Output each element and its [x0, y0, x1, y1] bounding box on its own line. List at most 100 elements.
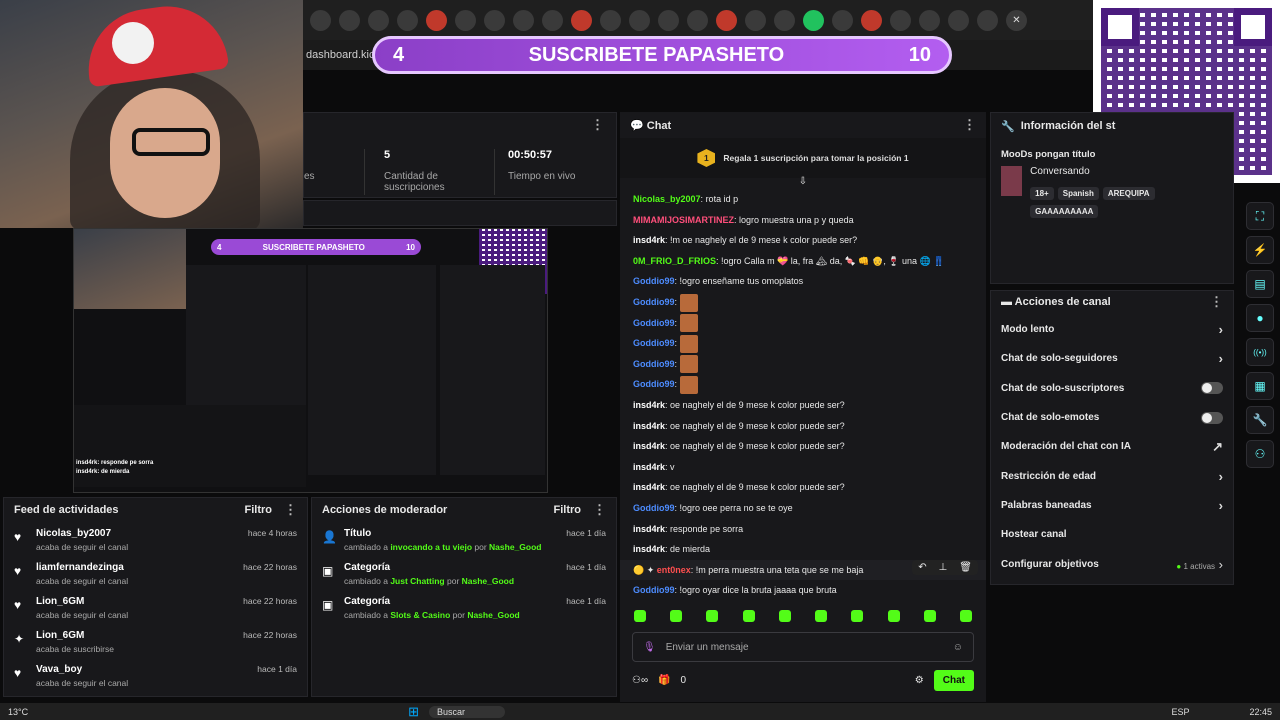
chat-username[interactable]: insd4rk	[633, 524, 665, 534]
tab-icon[interactable]	[803, 9, 824, 31]
pin-icon[interactable]: ⊥	[939, 562, 948, 573]
chevron-right-icon[interactable]: ›	[1219, 351, 1223, 366]
tab-icon[interactable]	[977, 9, 998, 31]
toggle-switch[interactable]	[1201, 382, 1223, 395]
tab-icon[interactable]	[455, 9, 476, 31]
wrench-icon[interactable]: 🔧	[1246, 406, 1274, 434]
chat-username[interactable]: insd4rk	[633, 462, 665, 472]
emote-icon[interactable]	[923, 610, 936, 622]
settings-icon[interactable]: ⚙	[915, 675, 924, 686]
tab-icon[interactable]	[426, 9, 447, 31]
layout-icon[interactable]: ▦	[1246, 372, 1274, 400]
emote-icon[interactable]	[778, 610, 791, 622]
chat-username[interactable]: Goddio99	[633, 276, 675, 286]
chevron-right-icon[interactable]: ›	[1219, 469, 1223, 484]
more-options-icon[interactable]: ⋮	[591, 117, 604, 133]
feed-item-name[interactable]: Nicolas_by2007	[36, 528, 128, 539]
toggle-switch[interactable]	[1201, 411, 1223, 424]
chat-username[interactable]: insd4rk	[633, 544, 665, 554]
more-options-icon[interactable]: ⋮	[284, 502, 297, 518]
chat-username[interactable]: insd4rk	[633, 400, 665, 410]
channel-action-configurar-objetivos[interactable]: Configurar objetivos ● 1 activas ›	[991, 549, 1233, 578]
bolt-icon[interactable]: ⚡	[1246, 236, 1274, 264]
chat-username[interactable]: Goddio99	[633, 585, 675, 595]
tab-icon[interactable]	[716, 9, 737, 31]
tab-icon[interactable]	[948, 9, 969, 31]
users-icon[interactable]: ⚇∞	[632, 675, 648, 686]
delete-icon[interactable]: 🗑	[959, 562, 972, 573]
channel-action-chat-de-solo-seguidores[interactable]: Chat de solo-seguidores ›	[991, 344, 1233, 373]
send-chat-button[interactable]: Chat	[933, 670, 974, 691]
taskbar-search[interactable]: Buscar	[429, 705, 506, 718]
channel-action-moderaci-n-del-chat-con-ia[interactable]: Moderación del chat con IA ↗	[991, 432, 1233, 461]
tab-icon[interactable]	[397, 9, 418, 31]
broadcast-icon[interactable]: ((•))	[1246, 338, 1274, 366]
more-options-icon[interactable]: ⋮	[963, 117, 976, 133]
chat-username[interactable]: Goddio99	[633, 379, 675, 389]
chat-username[interactable]: Goddio99	[633, 503, 675, 513]
chevron-right-icon[interactable]: ›	[1219, 322, 1223, 337]
feed-item-name[interactable]: Lion_6GM	[36, 630, 114, 641]
feed-item-name[interactable]: Vava_boy	[36, 664, 128, 675]
mod-action-moderator[interactable]: Nashe_Good	[489, 542, 541, 552]
mod-action-moderator[interactable]: Nashe_Good	[462, 576, 514, 586]
document-icon[interactable]: ▤	[1246, 270, 1274, 298]
emoji-icon[interactable]: ☺	[953, 642, 963, 653]
channel-action-restricci-n-de-edad[interactable]: Restricción de edad ›	[991, 461, 1233, 490]
tab-icon[interactable]	[513, 9, 534, 31]
close-tab-icon[interactable]: ✕	[1006, 9, 1027, 31]
chat-bubble-icon[interactable]: ●	[1246, 304, 1274, 332]
emote-icon[interactable]	[887, 610, 900, 622]
chat-username[interactable]: 0M_FRIO_D_FRIOS	[633, 256, 716, 266]
tab-icon[interactable]	[658, 9, 679, 31]
tab-icon[interactable]	[745, 9, 766, 31]
emote-icon[interactable]	[634, 610, 646, 622]
emote-icon[interactable]	[815, 610, 828, 622]
tab-icon[interactable]	[687, 9, 708, 31]
channel-action-modo-lento[interactable]: Modo lento ›	[991, 315, 1233, 344]
tab-icon[interactable]	[919, 9, 940, 31]
mods-filter-button[interactable]: Filtro	[554, 504, 582, 516]
more-options-icon[interactable]: ⋮	[593, 502, 606, 518]
expand-icon[interactable]: ⛶	[1246, 202, 1274, 230]
chat-username[interactable]: insd4rk	[633, 441, 665, 451]
feed-filter-button[interactable]: Filtro	[245, 504, 273, 516]
windows-start-icon[interactable]: ⊞	[408, 704, 419, 720]
tab-icon[interactable]	[832, 9, 853, 31]
tab-icon[interactable]	[861, 9, 882, 31]
channel-action-chat-de-solo-emotes[interactable]: Chat de solo-emotes	[991, 403, 1233, 432]
chat-username[interactable]: insd4rk	[633, 235, 665, 245]
chat-username[interactable]: Nicolas_by2007	[633, 194, 701, 204]
microphone-icon[interactable]: 🎙	[643, 642, 656, 653]
chat-username[interactable]: insd4rk	[633, 482, 665, 492]
tab-icon[interactable]	[542, 9, 563, 31]
feed-item-name[interactable]: liamfernandezinga	[36, 562, 128, 573]
tab-icon[interactable]	[571, 9, 592, 31]
tab-icon[interactable]	[310, 9, 331, 31]
tab-icon[interactable]	[368, 9, 389, 31]
tab-icon[interactable]	[629, 9, 650, 31]
emote-icon[interactable]	[742, 610, 755, 622]
emote-icon[interactable]	[706, 610, 719, 622]
channel-action-chat-de-solo-suscriptores[interactable]: Chat de solo-suscriptores	[991, 374, 1233, 403]
chat-username[interactable]: ent0nex	[657, 565, 691, 575]
pin-arrow-icon[interactable]: ⇩	[620, 177, 986, 188]
external-link-icon[interactable]: ↗	[1212, 439, 1223, 455]
users-icon[interactable]: ⚇	[1246, 440, 1274, 468]
gift-icon[interactable]: 🎁	[658, 675, 670, 686]
tab-icon[interactable]	[600, 9, 621, 31]
chat-username[interactable]: MIMAMIJOSIMARTINEZ	[633, 215, 734, 225]
channel-action-palabras-baneadas[interactable]: Palabras baneadas ›	[991, 491, 1233, 520]
emote-icon[interactable]	[851, 610, 864, 622]
chat-input[interactable]: 🎙 Enviar un mensaje ☺	[632, 632, 974, 662]
chat-username[interactable]: Goddio99	[633, 318, 675, 328]
more-options-icon[interactable]: ⋮	[1210, 294, 1223, 310]
tab-icon[interactable]	[890, 9, 911, 31]
chat-username[interactable]: Goddio99	[633, 297, 675, 307]
chat-username[interactable]: Goddio99	[633, 338, 675, 348]
chevron-right-icon[interactable]: ›	[1215, 557, 1223, 572]
tab-icon[interactable]	[339, 9, 360, 31]
mod-action-moderator[interactable]: Nashe_Good	[467, 610, 519, 620]
reply-icon[interactable]: ↶	[918, 562, 926, 573]
channel-action-hostear-canal[interactable]: Hostear canal	[991, 520, 1233, 549]
